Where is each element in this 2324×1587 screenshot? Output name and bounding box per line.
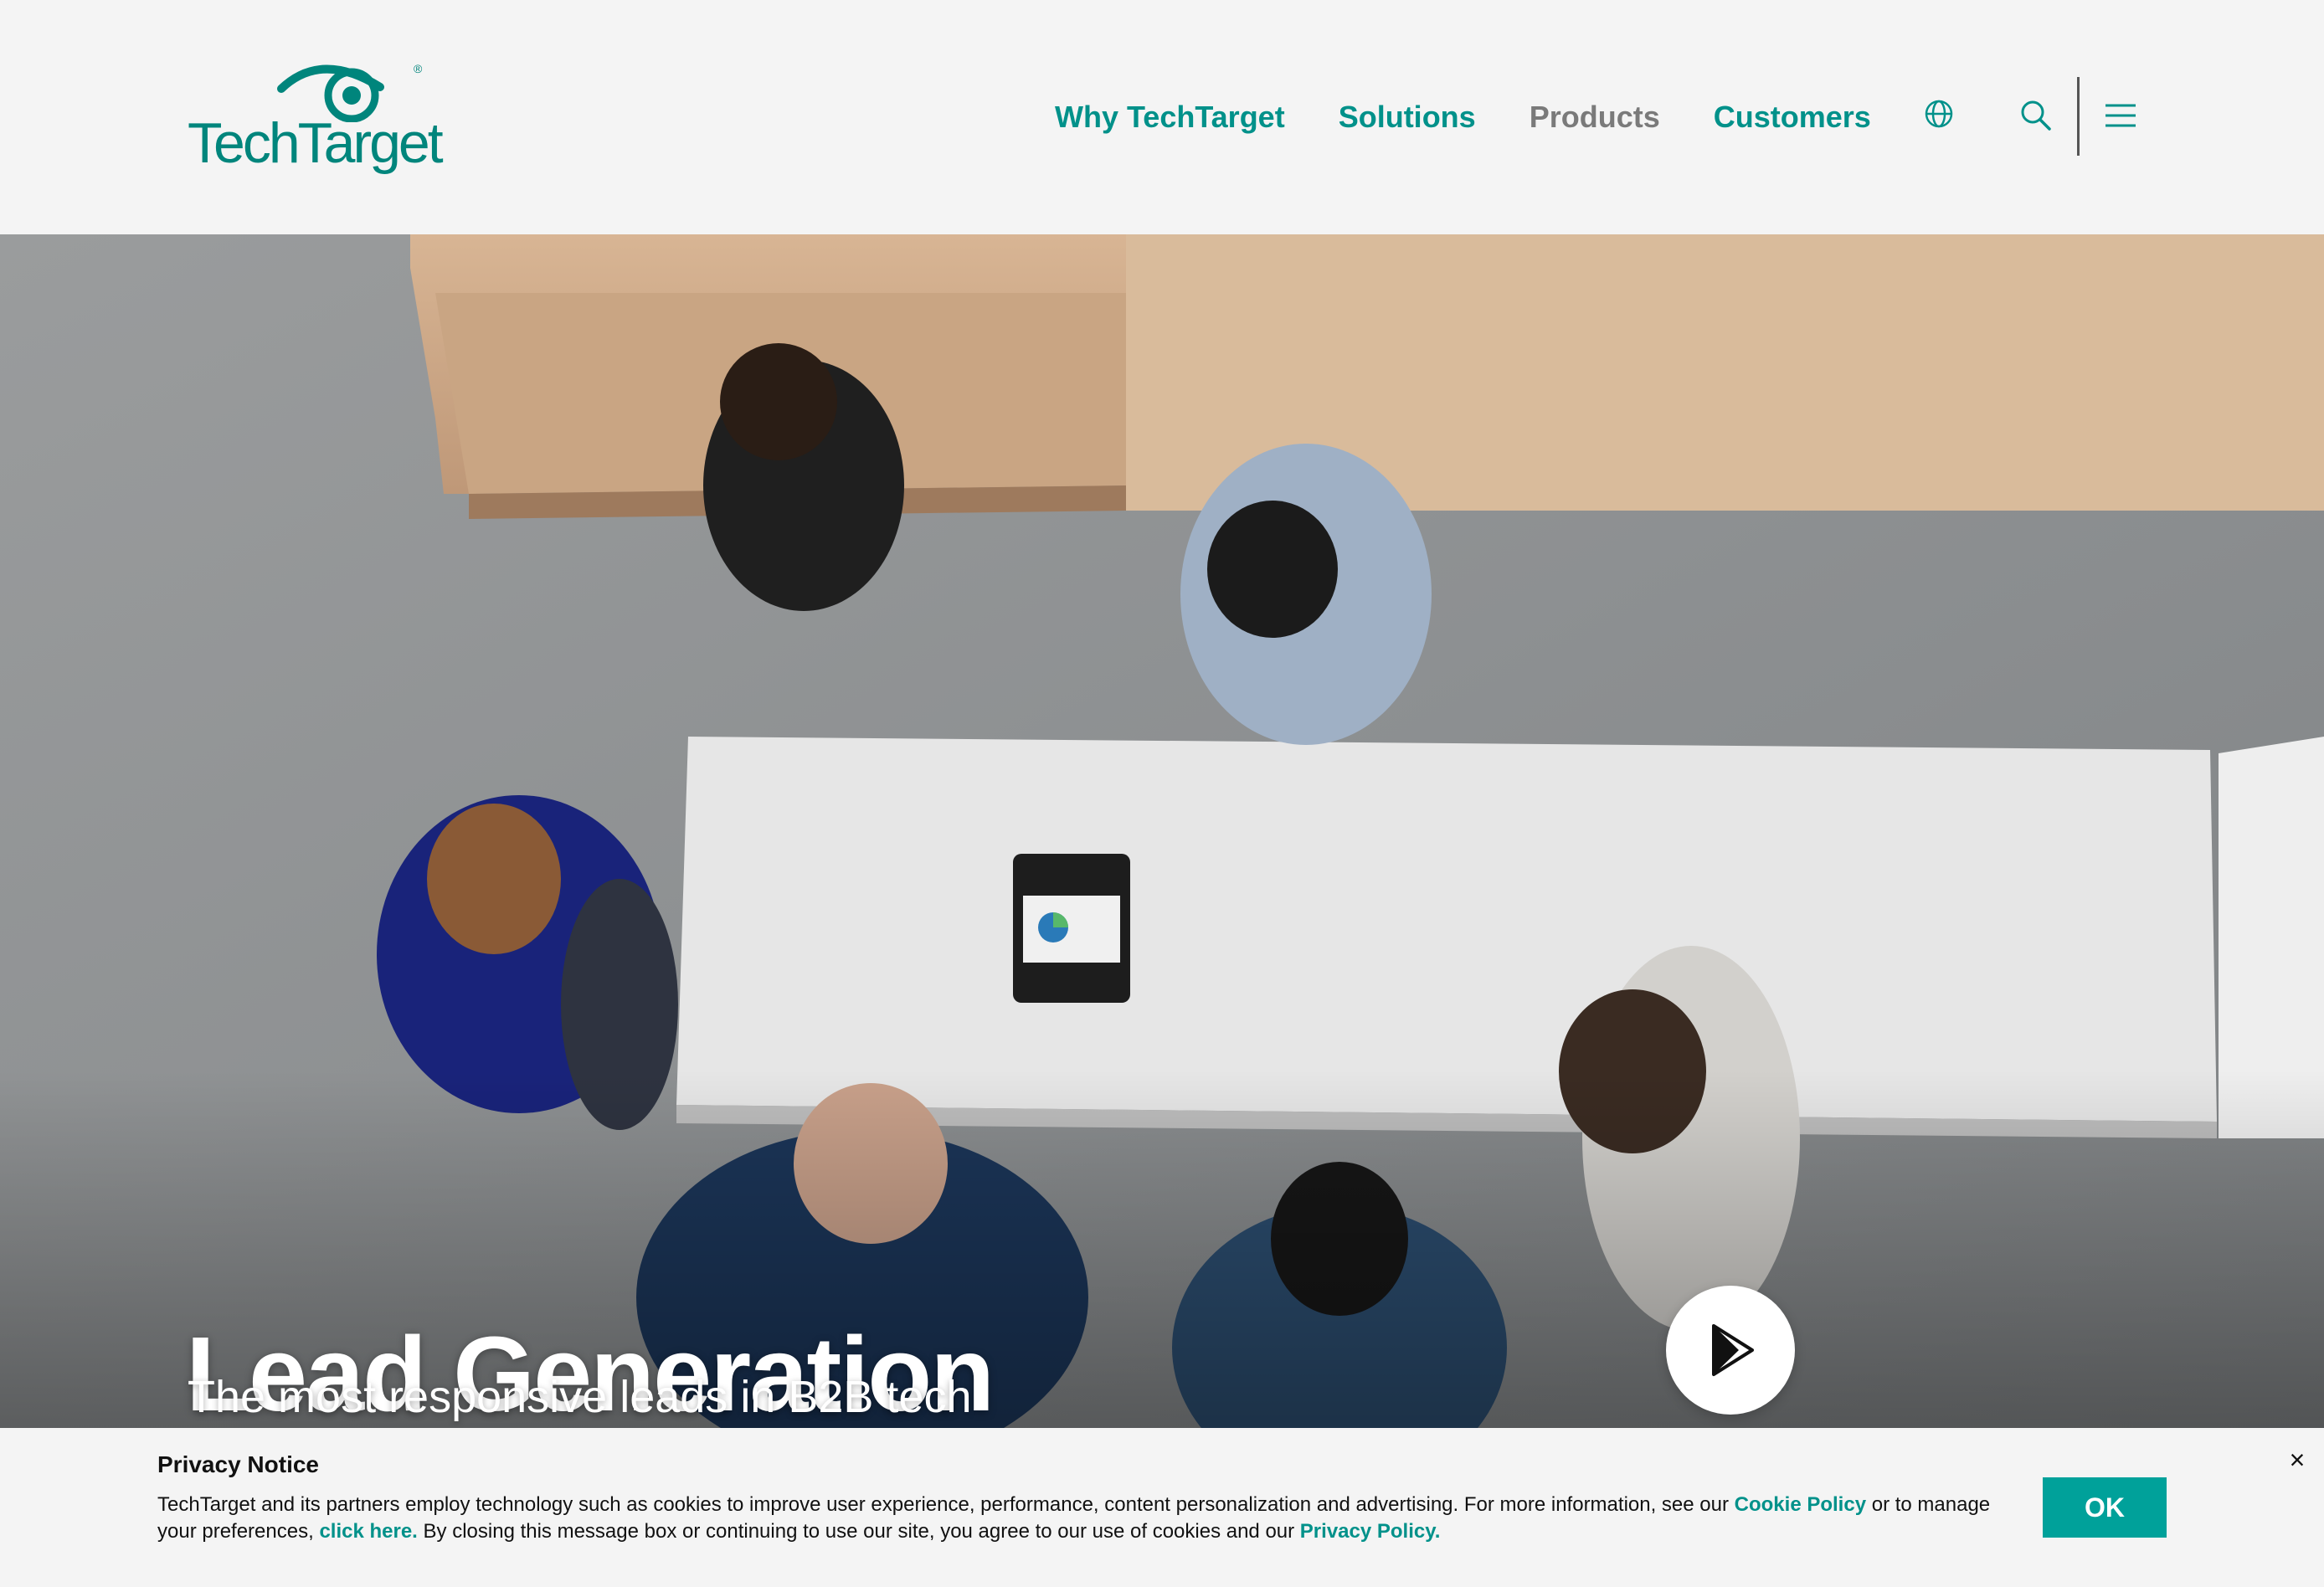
play-icon [1712, 1324, 1754, 1376]
menu-icon[interactable] [2100, 95, 2141, 136]
privacy-notice-banner: Privacy Notice TechTarget and its partne… [0, 1428, 2324, 1587]
nav-divider [2077, 77, 2080, 156]
close-icon[interactable]: × [2282, 1445, 2312, 1475]
manage-preferences-link[interactable]: click here. [319, 1520, 417, 1543]
nav-solutions[interactable]: Solutions [1339, 100, 1476, 135]
privacy-text-part-3: By closing this message box or continuin… [417, 1520, 1300, 1543]
nav-customers[interactable]: Customers [1714, 100, 1871, 135]
ok-button[interactable]: OK [2043, 1477, 2167, 1538]
hero-section: Lead Generation The most responsive lead… [0, 234, 2324, 1428]
nav-products[interactable]: Products [1530, 100, 1660, 135]
techtarget-logo[interactable]: ® TechTarget [188, 55, 444, 181]
privacy-text-part-1: TechTarget and its partners employ techn… [157, 1493, 1735, 1516]
main-nav: Why TechTarget Solutions Products Custom… [1055, 94, 1925, 141]
play-video-button[interactable] [1666, 1286, 1795, 1415]
hero-photo [0, 234, 2324, 1428]
registered-mark: ® [414, 62, 423, 75]
nav-why-techtarget[interactable]: Why TechTarget [1055, 100, 1285, 135]
cookie-policy-link[interactable]: Cookie Policy [1735, 1493, 1866, 1516]
globe-icon[interactable] [1919, 94, 1959, 134]
privacy-policy-link[interactable]: Privacy Policy. [1300, 1520, 1441, 1543]
logo-wordmark: TechTarget [188, 111, 444, 175]
privacy-notice-text: TechTarget and its partners employ techn… [157, 1492, 1999, 1545]
search-icon[interactable] [2016, 95, 2056, 136]
privacy-notice-title: Privacy Notice [157, 1451, 319, 1477]
site-header: ® TechTarget Why TechTarget Solutions Pr… [0, 0, 2324, 234]
hero-subtitle: The most responsive leads in B2B tech [188, 1372, 972, 1422]
